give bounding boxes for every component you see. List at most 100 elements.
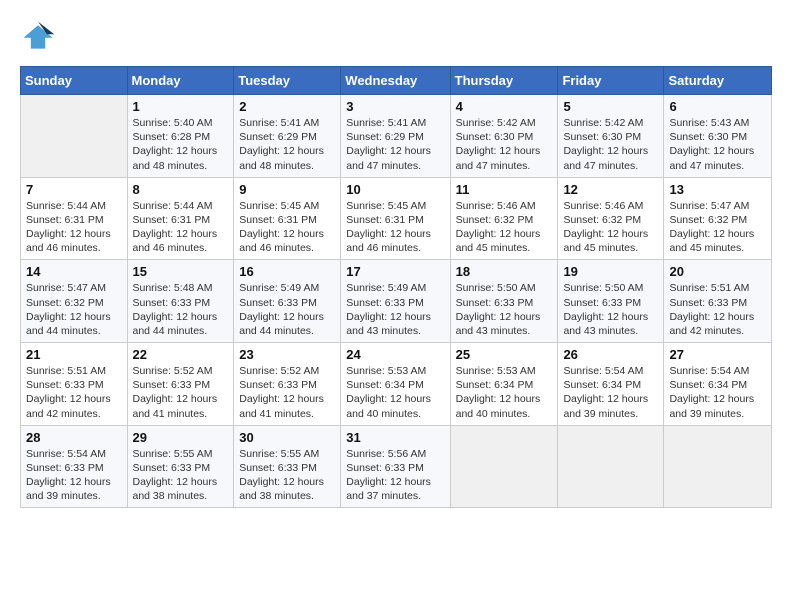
- day-cell: 22Sunrise: 5:52 AMSunset: 6:33 PMDayligh…: [127, 343, 234, 426]
- day-cell: 2 Sunrise: 5:41 AMSunset: 6:29 PMDaylight…: [234, 95, 341, 178]
- day-info: Sunrise: 5:41 AMSunset: 6:29 PMDaylight:…: [346, 116, 444, 173]
- day-cell: 10 Sunrise: 5:45 AMSunset: 6:31 PMDayligh…: [341, 177, 450, 260]
- weekday-friday: Friday: [558, 67, 664, 95]
- day-number: 26: [563, 347, 658, 362]
- day-info: Sunrise: 5:52 AMSunset: 6:33 PMDaylight:…: [239, 364, 335, 421]
- day-cell: 11 Sunrise: 5:46 AMSunset: 6:32 PMDayligh…: [450, 177, 558, 260]
- day-number: 18: [456, 264, 553, 279]
- day-info: Sunrise: 5:56 AMSunset: 6:33 PMDaylight:…: [346, 447, 444, 504]
- day-info: Sunrise: 5:45 AMSunset: 6:31 PMDaylight:…: [346, 199, 444, 256]
- day-cell: 4Sunrise: 5:42 AMSunset: 6:30 PMDaylight…: [450, 95, 558, 178]
- weekday-tuesday: Tuesday: [234, 67, 341, 95]
- weekday-wednesday: Wednesday: [341, 67, 450, 95]
- day-info: Sunrise: 5:51 AMSunset: 6:33 PMDaylight:…: [669, 281, 766, 338]
- day-info: Sunrise: 5:41 AMSunset: 6:29 PMDaylight:…: [239, 116, 335, 173]
- day-info: Sunrise: 5:55 AMSunset: 6:33 PMDaylight:…: [239, 447, 335, 504]
- weekday-thursday: Thursday: [450, 67, 558, 95]
- day-cell: [664, 425, 772, 508]
- logo-icon: [20, 18, 56, 54]
- page: SundayMondayTuesdayWednesdayThursdayFrid…: [0, 0, 792, 612]
- week-row-2: 7 Sunrise: 5:44 AMSunset: 6:31 PMDaylight…: [21, 177, 772, 260]
- day-cell: 29 Sunrise: 5:55 AMSunset: 6:33 PMDayligh…: [127, 425, 234, 508]
- day-cell: 1 Sunrise: 5:40 AMSunset: 6:28 PMDaylight…: [127, 95, 234, 178]
- day-cell: 19 Sunrise: 5:50 AMSunset: 6:33 PMDayligh…: [558, 260, 664, 343]
- day-number: 28: [26, 430, 122, 445]
- week-row-1: 1 Sunrise: 5:40 AMSunset: 6:28 PMDaylight…: [21, 95, 772, 178]
- day-cell: 16 Sunrise: 5:49 AMSunset: 6:33 PMDayligh…: [234, 260, 341, 343]
- day-cell: [21, 95, 128, 178]
- day-number: 21: [26, 347, 122, 362]
- day-info: Sunrise: 5:46 AMSunset: 6:32 PMDaylight:…: [563, 199, 658, 256]
- week-row-4: 21 Sunrise: 5:51 AMSunset: 6:33 PMDayligh…: [21, 343, 772, 426]
- day-cell: 20 Sunrise: 5:51 AMSunset: 6:33 PMDayligh…: [664, 260, 772, 343]
- day-info: Sunrise: 5:54 AMSunset: 6:34 PMDaylight:…: [669, 364, 766, 421]
- day-cell: 31 Sunrise: 5:56 AMSunset: 6:33 PMDayligh…: [341, 425, 450, 508]
- day-info: Sunrise: 5:55 AMSunset: 6:33 PMDaylight:…: [133, 447, 229, 504]
- day-cell: 24 Sunrise: 5:53 AMSunset: 6:34 PMDayligh…: [341, 343, 450, 426]
- day-cell: 23 Sunrise: 5:52 AMSunset: 6:33 PMDayligh…: [234, 343, 341, 426]
- calendar-table: SundayMondayTuesdayWednesdayThursdayFrid…: [20, 66, 772, 508]
- day-cell: 5 Sunrise: 5:42 AMSunset: 6:30 PMDaylight…: [558, 95, 664, 178]
- day-info: Sunrise: 5:43 AMSunset: 6:30 PMDaylight:…: [669, 116, 766, 173]
- day-number: 10: [346, 182, 444, 197]
- logo: [20, 18, 60, 54]
- day-number: 16: [239, 264, 335, 279]
- day-number: 27: [669, 347, 766, 362]
- day-cell: 3 Sunrise: 5:41 AMSunset: 6:29 PMDaylight…: [341, 95, 450, 178]
- day-number: 19: [563, 264, 658, 279]
- day-number: 17: [346, 264, 444, 279]
- day-number: 31: [346, 430, 444, 445]
- day-number: 4: [456, 99, 553, 114]
- day-cell: 17 Sunrise: 5:49 AMSunset: 6:33 PMDayligh…: [341, 260, 450, 343]
- day-info: Sunrise: 5:53 AMSunset: 6:34 PMDaylight:…: [456, 364, 553, 421]
- day-cell: 12 Sunrise: 5:46 AMSunset: 6:32 PMDayligh…: [558, 177, 664, 260]
- day-info: Sunrise: 5:49 AMSunset: 6:33 PMDaylight:…: [346, 281, 444, 338]
- day-number: 20: [669, 264, 766, 279]
- day-info: Sunrise: 5:47 AMSunset: 6:32 PMDaylight:…: [669, 199, 766, 256]
- day-cell: 8Sunrise: 5:44 AMSunset: 6:31 PMDaylight…: [127, 177, 234, 260]
- day-number: 29: [133, 430, 229, 445]
- day-number: 11: [456, 182, 553, 197]
- week-row-5: 28 Sunrise: 5:54 AMSunset: 6:33 PMDayligh…: [21, 425, 772, 508]
- day-info: Sunrise: 5:54 AMSunset: 6:33 PMDaylight:…: [26, 447, 122, 504]
- day-info: Sunrise: 5:50 AMSunset: 6:33 PMDaylight:…: [456, 281, 553, 338]
- day-number: 30: [239, 430, 335, 445]
- day-number: 24: [346, 347, 444, 362]
- day-info: Sunrise: 5:49 AMSunset: 6:33 PMDaylight:…: [239, 281, 335, 338]
- day-info: Sunrise: 5:44 AMSunset: 6:31 PMDaylight:…: [26, 199, 122, 256]
- day-number: 5: [563, 99, 658, 114]
- day-info: Sunrise: 5:40 AMSunset: 6:28 PMDaylight:…: [133, 116, 229, 173]
- day-cell: 13 Sunrise: 5:47 AMSunset: 6:32 PMDayligh…: [664, 177, 772, 260]
- day-info: Sunrise: 5:48 AMSunset: 6:33 PMDaylight:…: [133, 281, 229, 338]
- day-number: 15: [133, 264, 229, 279]
- day-number: 12: [563, 182, 658, 197]
- day-number: 6: [669, 99, 766, 114]
- day-cell: [450, 425, 558, 508]
- day-number: 23: [239, 347, 335, 362]
- day-cell: 9Sunrise: 5:45 AMSunset: 6:31 PMDaylight…: [234, 177, 341, 260]
- day-info: Sunrise: 5:45 AMSunset: 6:31 PMDaylight:…: [239, 199, 335, 256]
- day-cell: [558, 425, 664, 508]
- day-number: 22: [133, 347, 229, 362]
- day-number: 2: [239, 99, 335, 114]
- day-number: 8: [133, 182, 229, 197]
- day-info: Sunrise: 5:50 AMSunset: 6:33 PMDaylight:…: [563, 281, 658, 338]
- day-number: 3: [346, 99, 444, 114]
- day-cell: 6 Sunrise: 5:43 AMSunset: 6:30 PMDaylight…: [664, 95, 772, 178]
- day-info: Sunrise: 5:54 AMSunset: 6:34 PMDaylight:…: [563, 364, 658, 421]
- weekday-header-row: SundayMondayTuesdayWednesdayThursdayFrid…: [21, 67, 772, 95]
- day-info: Sunrise: 5:53 AMSunset: 6:34 PMDaylight:…: [346, 364, 444, 421]
- day-cell: 27 Sunrise: 5:54 AMSunset: 6:34 PMDayligh…: [664, 343, 772, 426]
- week-row-3: 14Sunrise: 5:47 AMSunset: 6:32 PMDayligh…: [21, 260, 772, 343]
- day-number: 7: [26, 182, 122, 197]
- day-number: 25: [456, 347, 553, 362]
- day-info: Sunrise: 5:46 AMSunset: 6:32 PMDaylight:…: [456, 199, 553, 256]
- day-info: Sunrise: 5:51 AMSunset: 6:33 PMDaylight:…: [26, 364, 122, 421]
- day-cell: 14Sunrise: 5:47 AMSunset: 6:32 PMDayligh…: [21, 260, 128, 343]
- weekday-saturday: Saturday: [664, 67, 772, 95]
- day-info: Sunrise: 5:42 AMSunset: 6:30 PMDaylight:…: [563, 116, 658, 173]
- day-number: 13: [669, 182, 766, 197]
- weekday-sunday: Sunday: [21, 67, 128, 95]
- day-info: Sunrise: 5:47 AMSunset: 6:32 PMDaylight:…: [26, 281, 122, 338]
- day-number: 1: [133, 99, 229, 114]
